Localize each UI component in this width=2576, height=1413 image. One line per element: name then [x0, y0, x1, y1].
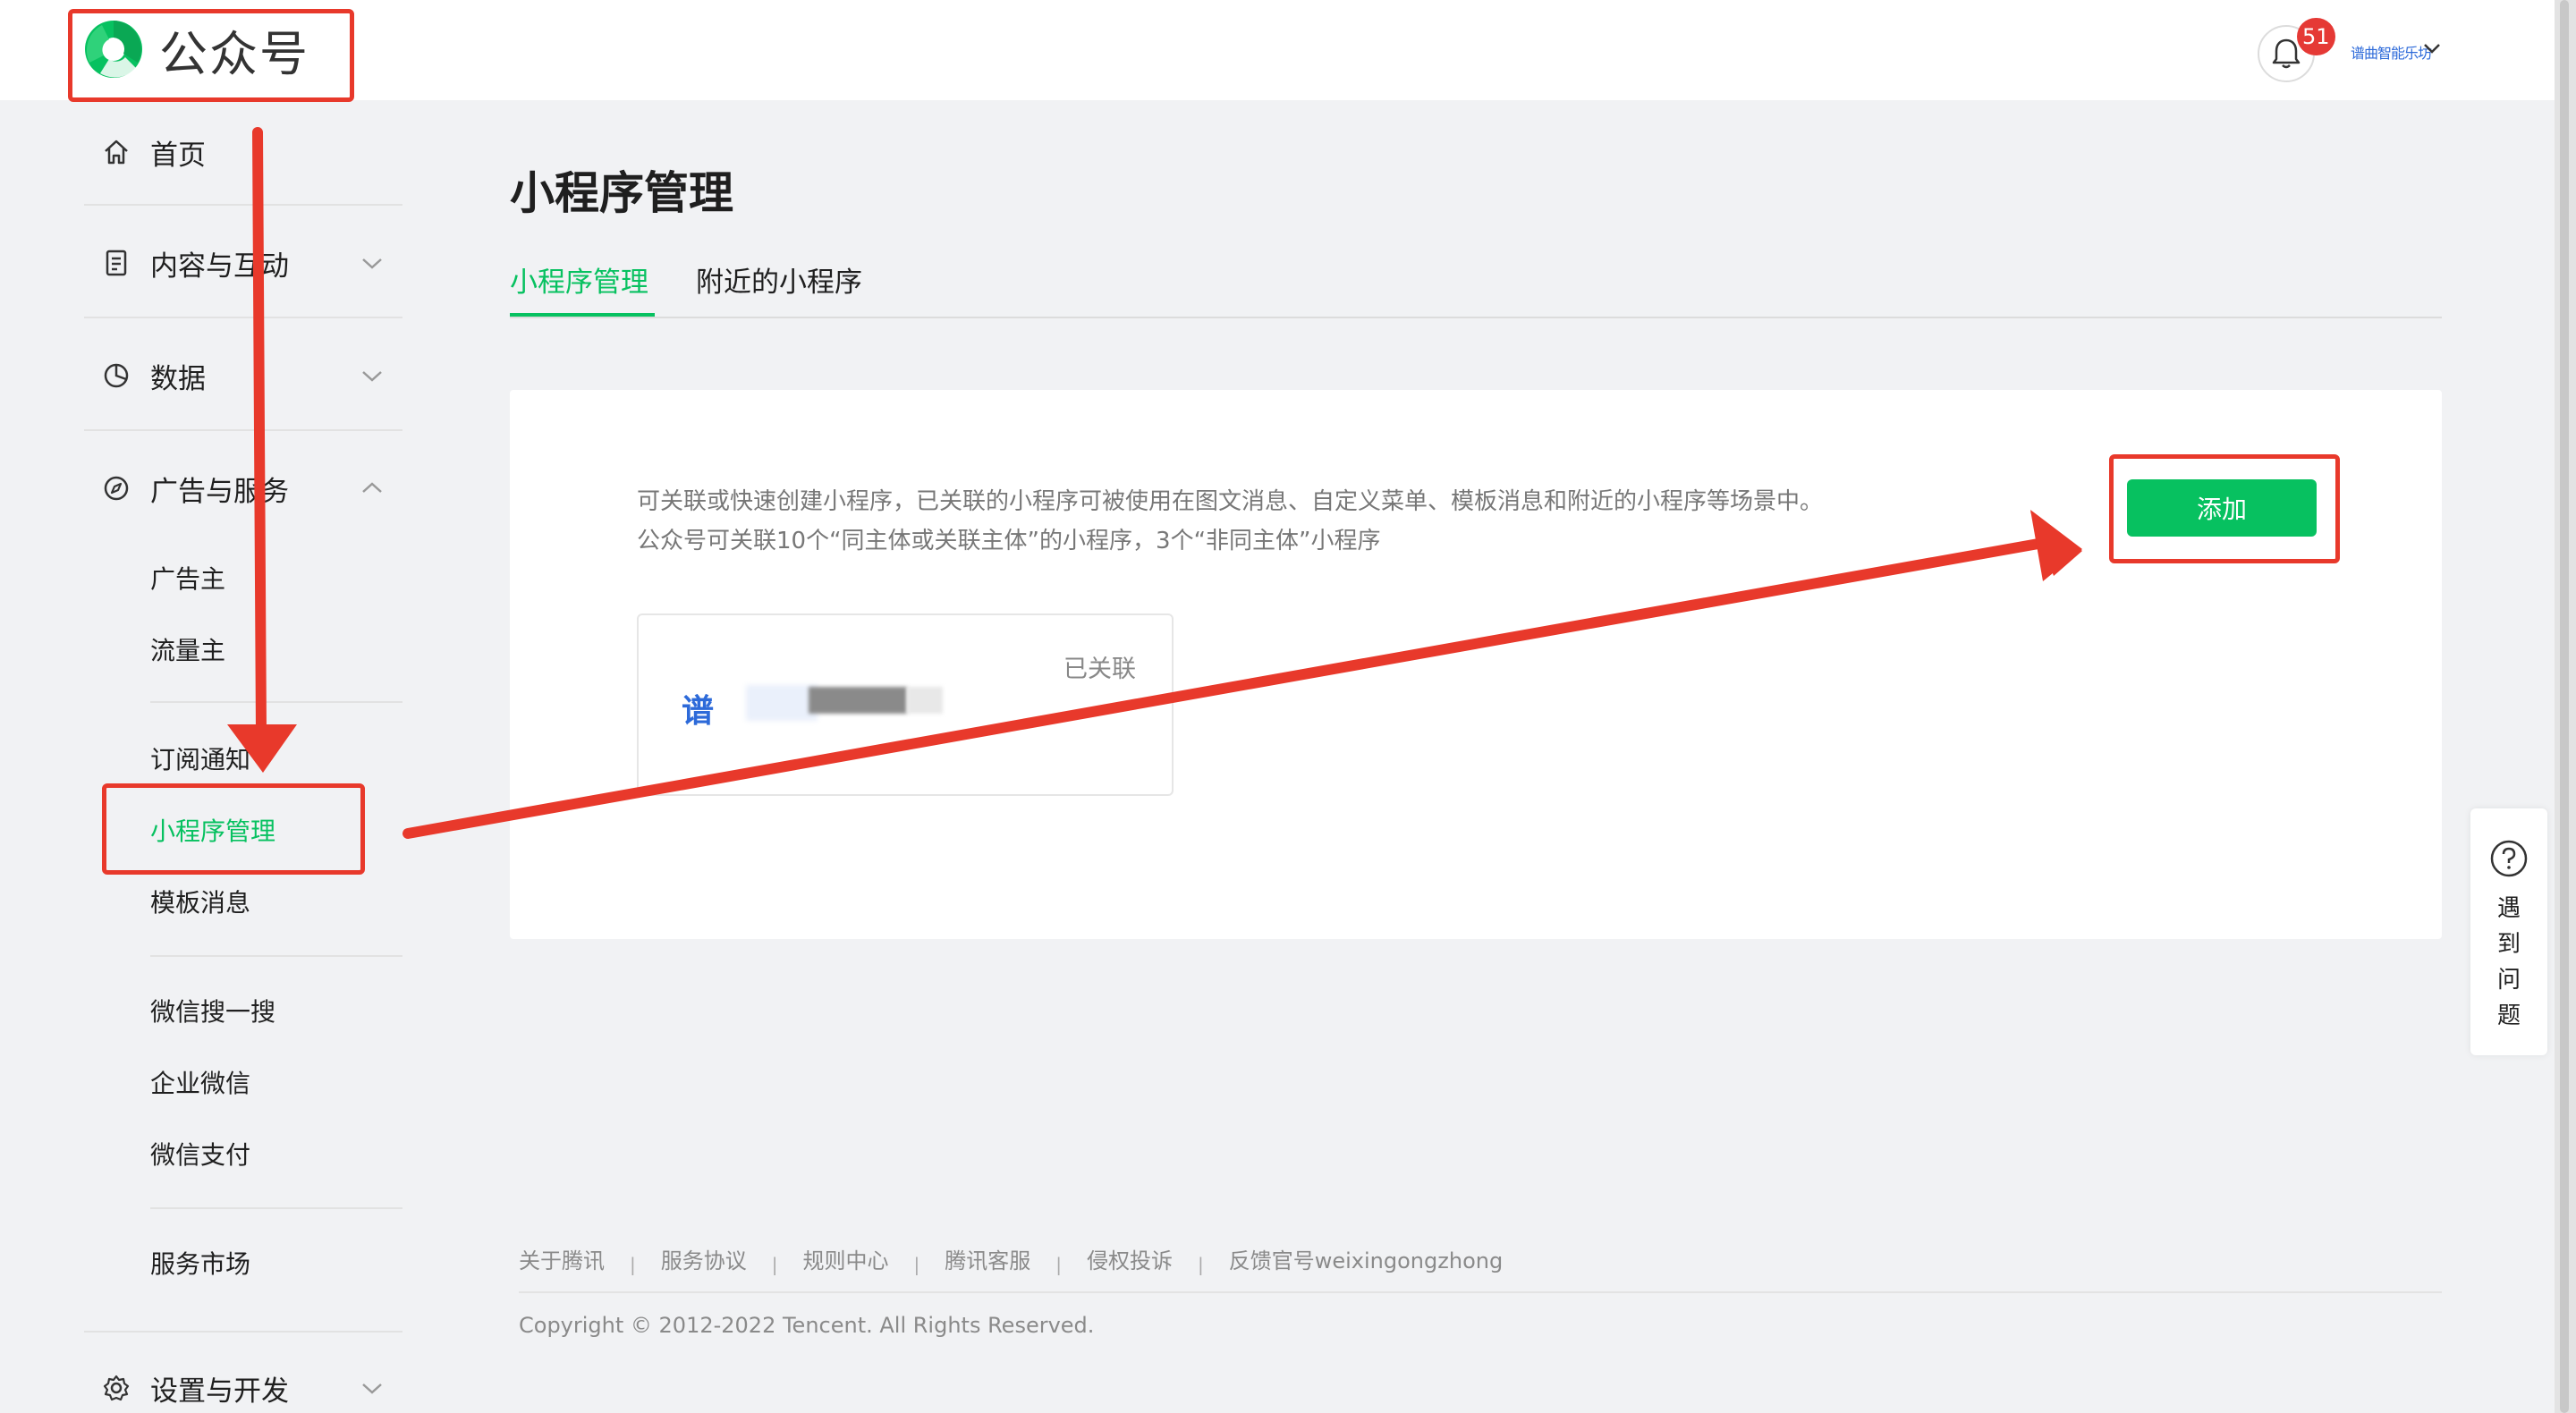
arrow-right-annotation [402, 510, 2082, 839]
annotation-arrows [227, 127, 2082, 839]
arrow-down-annotation [227, 127, 297, 773]
